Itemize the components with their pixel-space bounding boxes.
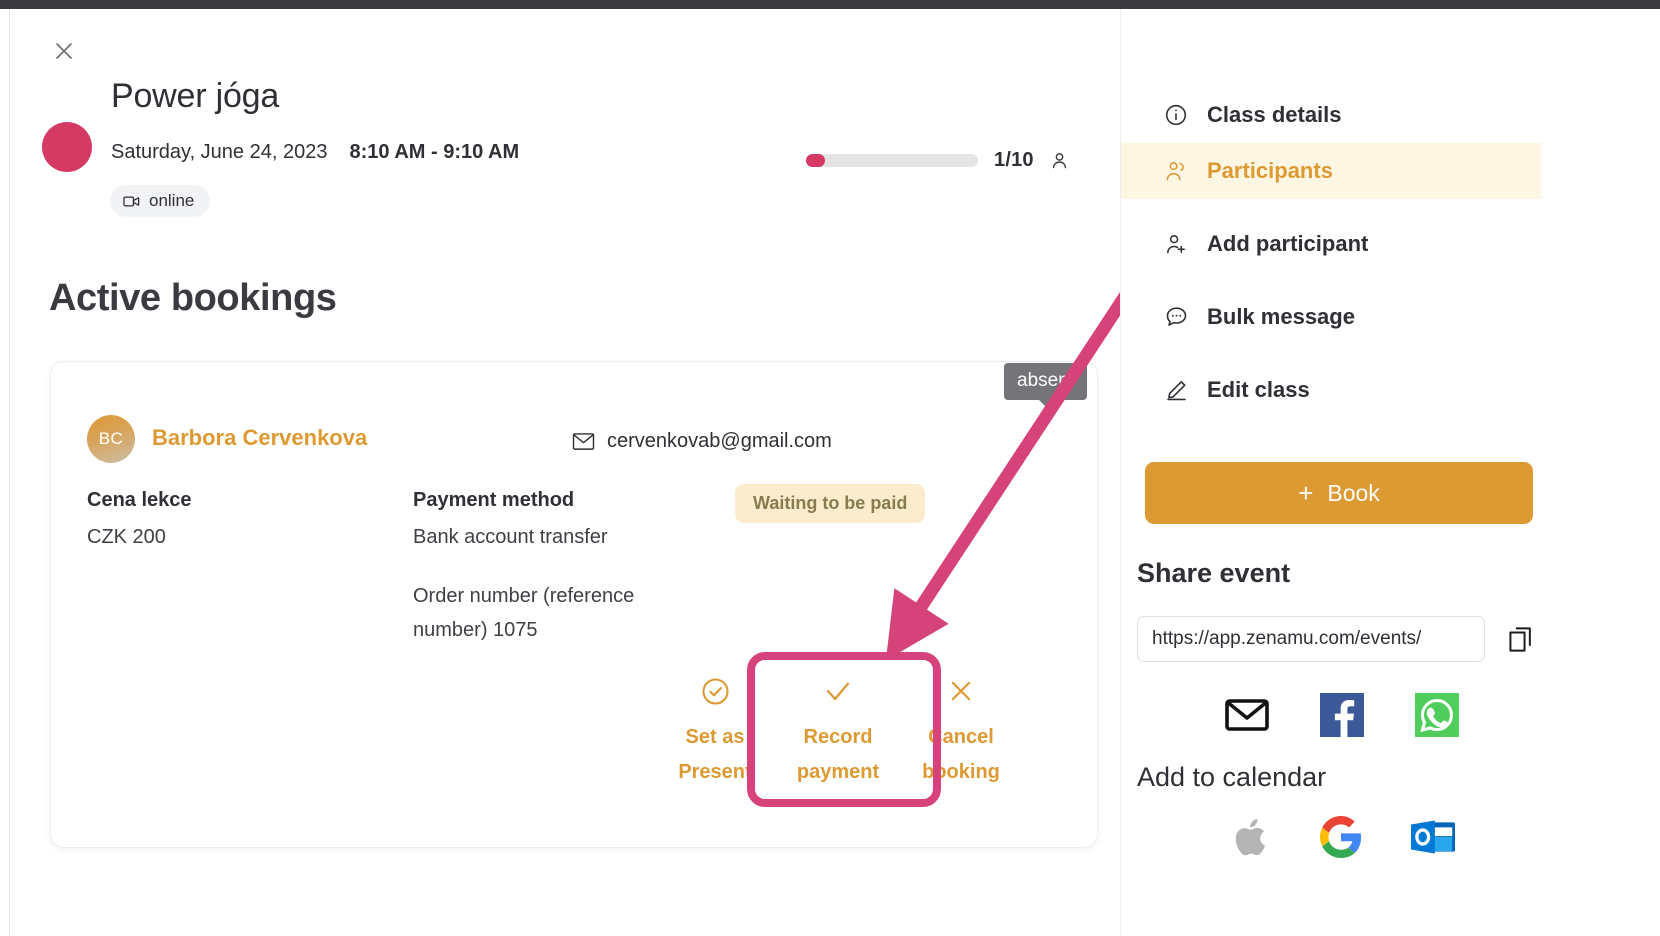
capacity-count: 1/10: [994, 149, 1034, 171]
video-camera-icon: [123, 196, 140, 206]
capacity-bar: [806, 154, 978, 167]
absent-tooltip: absent: [1004, 363, 1088, 407]
google-calendar-icon[interactable]: [1319, 815, 1363, 859]
order-number-value: Order number (reference number) 1075: [413, 585, 635, 641]
cancel-booking-label: Cancel booking: [922, 726, 1000, 783]
add-to-calendar-title: Add to calendar: [1137, 762, 1327, 792]
sidebar-item-class-details[interactable]: Class details: [1121, 87, 1541, 143]
copy-icon: [1508, 626, 1531, 652]
chat-bubble-icon: [1163, 305, 1189, 329]
app-root: Power jóga Saturday, June 24, 2023 8:10 …: [0, 0, 1660, 936]
facebook-share-icon[interactable]: [1320, 693, 1364, 737]
close-icon: [56, 43, 72, 59]
check-icon: [822, 674, 854, 708]
social-share-row: [1225, 693, 1459, 737]
sidebar-item-label: Participants: [1207, 158, 1333, 183]
copy-url-button[interactable]: [1503, 619, 1537, 659]
left-gutter: [0, 9, 10, 936]
apple-calendar-icon[interactable]: [1227, 815, 1271, 859]
participant-name-link[interactable]: Barbora Cervenkova: [152, 425, 367, 451]
browser-top-strip: [0, 0, 1660, 9]
sidebar-item-bulk-message[interactable]: Bulk message: [1121, 289, 1541, 345]
sidebar-item-label: Class details: [1207, 102, 1342, 127]
section-heading: Active bookings: [49, 277, 337, 319]
whatsapp-share-icon[interactable]: [1415, 693, 1459, 737]
capacity-bar-fill: [806, 154, 825, 167]
price-label: Cena lekce: [87, 489, 192, 511]
price-column: Cena lekce CZK 200: [87, 489, 387, 554]
email-share-icon[interactable]: [1225, 698, 1269, 732]
avatar: BC: [87, 415, 135, 463]
x-icon: [946, 674, 976, 708]
right-sidebar: Class details Participants Add participa…: [1120, 9, 1660, 936]
sidebar-menu: Class details Participants Add participa…: [1121, 87, 1541, 418]
class-datetime: Saturday, June 24, 2023 8:10 AM - 9:10 A…: [111, 141, 519, 164]
booking-card: BC Barbora Cervenkova cervenkovab@gmail.…: [50, 361, 1098, 848]
share-url-row: [1137, 616, 1537, 662]
envelope-icon: [572, 433, 595, 450]
payment-method-value: Bank account transfer: [413, 526, 608, 548]
outlook-calendar-icon[interactable]: [1411, 815, 1455, 859]
status-badge: Waiting to be paid: [735, 484, 926, 523]
class-time: 8:10 AM - 9:10 AM: [349, 141, 520, 163]
close-button[interactable]: [44, 31, 84, 71]
sidebar-item-add-participant[interactable]: Add participant: [1121, 216, 1541, 272]
record-payment-button[interactable]: Record payment: [774, 674, 902, 790]
calendar-icons-row: [1227, 815, 1455, 859]
share-url-input[interactable]: [1137, 616, 1485, 662]
sidebar-item-label: Add participant: [1207, 231, 1369, 256]
price-value: CZK 200: [87, 526, 166, 548]
plus-icon: +: [1298, 478, 1314, 508]
sidebar-item-participants[interactable]: Participants: [1121, 143, 1541, 199]
participant-email-text: cervenkovab@gmail.com: [607, 430, 832, 452]
person-icon: [1050, 150, 1069, 171]
sidebar-item-label: Bulk message: [1207, 304, 1355, 329]
class-color-dot: [42, 122, 92, 172]
set-as-present-button[interactable]: Set as Present: [656, 674, 774, 790]
person-add-icon: [1163, 232, 1189, 256]
people-icon: [1163, 159, 1189, 183]
book-button-label: Book: [1327, 479, 1380, 506]
payment-column: Payment method Bank account transfer Ord…: [413, 489, 713, 647]
check-circle-icon: [700, 674, 731, 708]
sidebar-item-label: Edit class: [1207, 377, 1310, 402]
sidebar-item-edit-class[interactable]: Edit class: [1121, 362, 1541, 418]
info-circle-icon: [1163, 103, 1189, 127]
record-payment-label: Record payment: [796, 726, 880, 783]
cancel-booking-button[interactable]: Cancel booking: [902, 674, 1020, 790]
set-as-present-label: Set as Present: [678, 726, 752, 783]
book-button[interactable]: + Book: [1145, 462, 1533, 524]
booking-actions: Set as Present Record payment Cancel boo…: [656, 674, 1066, 790]
participant-email: cervenkovab@gmail.com: [572, 430, 832, 453]
pencil-icon: [1163, 378, 1189, 402]
capacity-indicator: 1/10: [806, 149, 1069, 172]
class-date: Saturday, June 24, 2023: [111, 141, 328, 163]
payment-method-label: Payment method: [413, 489, 575, 511]
page-title: Power jóga: [111, 77, 280, 115]
share-event-title: Share event: [1137, 558, 1291, 588]
online-badge: online: [110, 185, 211, 217]
online-badge-label: online: [149, 191, 195, 210]
